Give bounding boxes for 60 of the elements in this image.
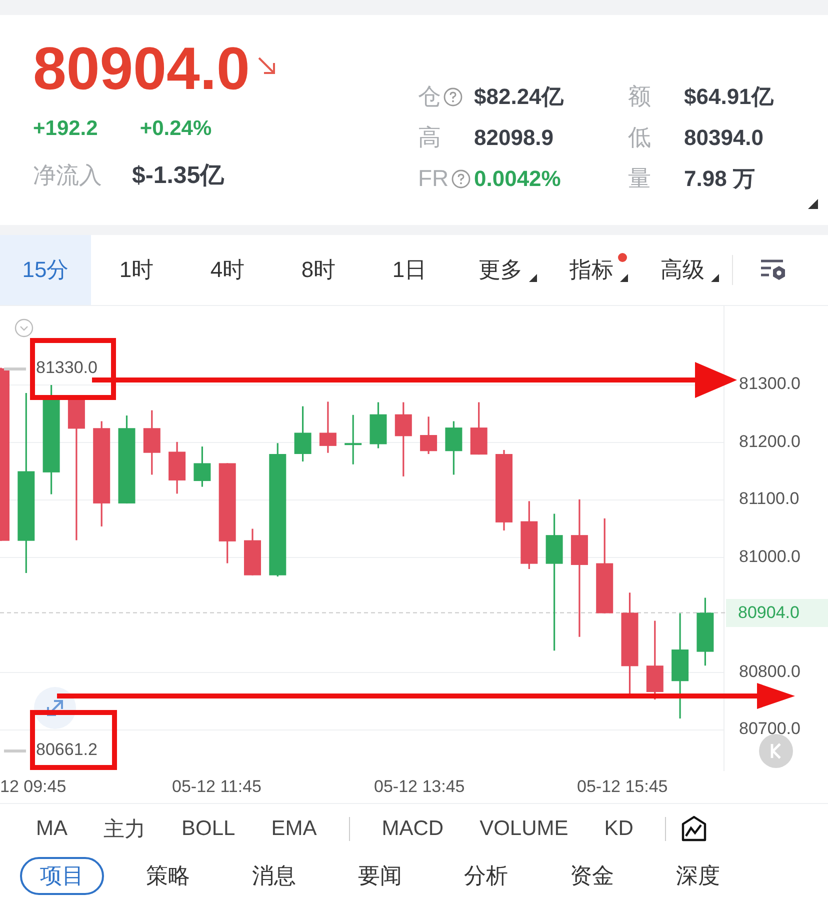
candlestick — [370, 402, 387, 448]
corner-triangle-icon[interactable] — [808, 199, 818, 209]
stat-value: $82.24亿 — [474, 82, 564, 110]
candlestick — [520, 501, 538, 569]
indicator-tab[interactable]: VOLUME — [462, 817, 586, 841]
high-price-label: 81330.0 — [36, 358, 98, 378]
price-change: +192.2 — [33, 117, 98, 141]
help-icon[interactable] — [443, 86, 463, 106]
time-axis-label: 05-12 15:45 — [577, 777, 669, 797]
candlestick — [420, 416, 438, 454]
help-icon[interactable] — [450, 168, 471, 188]
current-price-label: 80904.0 — [726, 598, 828, 627]
candlestick — [344, 414, 362, 464]
candlestick — [294, 406, 312, 462]
indicator-tab[interactable]: MACD — [364, 817, 462, 841]
indicator-tab[interactable]: MA — [18, 817, 86, 841]
candlestick — [445, 421, 462, 475]
stat-value: 82098.9 — [474, 124, 554, 150]
indicator-tab[interactable]: EMA — [253, 817, 335, 841]
last-price: 80904.0 — [33, 35, 250, 103]
stat-label: 量 — [628, 164, 651, 193]
indicator-tab[interactable]: 主力 — [86, 815, 164, 843]
time-axis-label: 12 09:45 — [0, 777, 68, 797]
net-inflow-value: $-1.35亿 — [132, 161, 224, 191]
indicator-tab[interactable]: KD — [586, 817, 652, 841]
time-axis-label: 05-12 11:45 — [172, 777, 262, 797]
candlestick — [168, 442, 186, 494]
line-chart-icon[interactable] — [680, 815, 708, 843]
candlestick — [470, 402, 488, 455]
price-axis-label: 81000.0 — [739, 546, 800, 566]
price-axis-label: 81300.0 — [739, 374, 800, 394]
low-price-label: 80661.2 — [36, 740, 98, 760]
price-axis-label: 80700.0 — [739, 719, 800, 739]
stat-label: 额 — [628, 82, 651, 111]
high-marker-line — [4, 368, 26, 370]
expand-icon[interactable] — [33, 686, 77, 730]
stat-label: 仓 — [418, 82, 441, 111]
time-axis-label: 05-12 13:45 — [374, 777, 466, 797]
price-axis-label: 80800.0 — [739, 662, 800, 682]
stat-value: 7.98 万 — [684, 164, 755, 192]
stat-label: FR — [418, 165, 449, 192]
stat-label: 低 — [628, 123, 651, 152]
indicator-tab[interactable]: BOLL — [164, 817, 254, 841]
timeframe-tab[interactable]: 15分 — [0, 235, 91, 305]
stat-value: $64.91亿 — [684, 82, 774, 110]
candlestick — [244, 528, 261, 576]
candlestick — [194, 446, 211, 487]
candlestick — [696, 598, 714, 666]
net-inflow-label: 净流入 — [33, 161, 102, 190]
price-axis-label: 81200.0 — [739, 432, 800, 452]
section-tab[interactable]: 项目 — [20, 857, 104, 895]
price-axis-label: 81100.0 — [739, 489, 800, 509]
stat-value: 0.0042% — [474, 166, 561, 192]
candlestick — [143, 410, 160, 475]
candlestick — [319, 402, 336, 453]
stat-label: 高 — [418, 123, 441, 152]
percent-change: +0.24% — [140, 117, 212, 141]
stat-value: 80394.0 — [684, 124, 764, 150]
down-arrow-icon — [256, 55, 278, 77]
low-marker-line — [4, 750, 26, 752]
